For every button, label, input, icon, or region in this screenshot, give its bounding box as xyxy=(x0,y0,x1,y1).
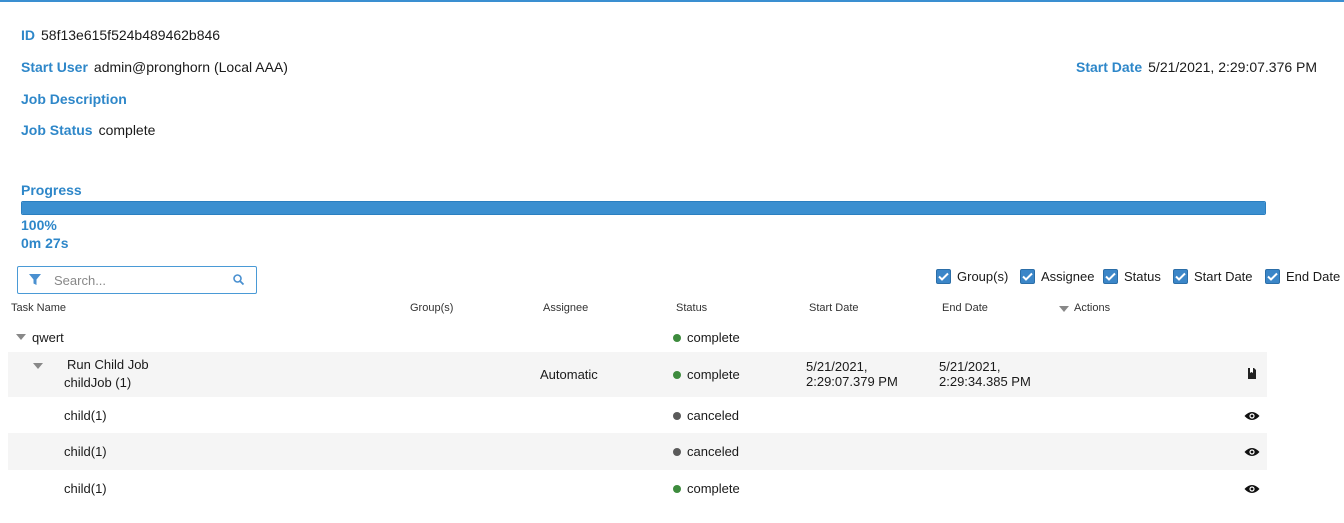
job-id-label: ID xyxy=(21,27,35,43)
header-task-name[interactable]: Task Name xyxy=(11,302,66,314)
task-name: Run Child Job xyxy=(67,357,149,372)
search-box[interactable] xyxy=(17,266,257,294)
status-dot-icon xyxy=(673,333,681,342)
job-status-value: complete xyxy=(98,122,156,138)
end-date-cell-line1: 5/21/2021, xyxy=(939,359,1001,374)
table-row[interactable]: child(1) canceled xyxy=(8,433,1267,470)
progress-percent: 100% xyxy=(21,217,57,233)
progress-bar-fill xyxy=(22,202,1265,214)
status-cell: canceled xyxy=(673,408,739,423)
start-date-value: 5/21/2021, 2:29:07.376 PM xyxy=(1148,59,1318,75)
toggle-start-date[interactable]: Start Date xyxy=(1173,269,1253,284)
header-actions: Actions xyxy=(1074,302,1111,314)
table-row[interactable]: child(1) canceled xyxy=(8,397,1267,433)
status-text: complete xyxy=(687,330,740,345)
header-assignee[interactable]: Assignee xyxy=(543,302,588,314)
progress-label: Progress xyxy=(21,182,82,198)
open-child-job-icon[interactable] xyxy=(1247,367,1257,385)
status-cell: complete xyxy=(673,330,740,345)
task-name: qwert xyxy=(32,330,64,345)
status-text: canceled xyxy=(687,444,740,459)
checkbox-end-date[interactable] xyxy=(1265,269,1280,284)
task-name: child(1) xyxy=(64,408,107,423)
table-row[interactable]: qwert complete xyxy=(8,322,1267,352)
status-text: complete xyxy=(687,367,740,382)
toggle-assignee[interactable]: Assignee xyxy=(1020,269,1094,284)
search-icon[interactable] xyxy=(232,273,246,287)
toggle-status-label: Status xyxy=(1124,269,1161,284)
view-eye-icon[interactable] xyxy=(1244,409,1260,421)
collapse-chevron-icon[interactable] xyxy=(33,363,43,369)
checkbox-start-date[interactable] xyxy=(1173,269,1188,284)
job-description-label: Job Description xyxy=(21,91,127,107)
search-input[interactable] xyxy=(54,272,224,288)
task-name: child(1) xyxy=(64,444,107,459)
start-date-cell-line1: 5/21/2021, xyxy=(806,359,868,374)
checkbox-groups[interactable] xyxy=(936,269,951,284)
status-text: canceled xyxy=(687,408,740,423)
view-eye-icon[interactable] xyxy=(1244,482,1260,494)
header-status[interactable]: Status xyxy=(676,302,707,314)
job-id-value: 58f13e615f524b489462b846 xyxy=(41,27,221,43)
status-text: complete xyxy=(687,481,740,496)
collapse-chevron-icon[interactable] xyxy=(16,334,26,340)
assignee-cell: Automatic xyxy=(540,367,598,382)
filter-icon[interactable] xyxy=(28,273,42,287)
toggle-assignee-label: Assignee xyxy=(1041,269,1095,284)
toggle-status[interactable]: Status xyxy=(1103,269,1161,284)
start-date-cell-line2: 2:29:07.379 PM xyxy=(806,374,898,389)
status-dot-icon xyxy=(673,447,681,456)
top-border xyxy=(0,0,1344,2)
start-date-row: Start Date 5/21/2021, 2:29:07.376 PM xyxy=(1076,59,1317,75)
start-user-row: Start User admin@pronghorn (Local AAA) xyxy=(21,59,288,75)
toggle-end-date[interactable]: End Date xyxy=(1265,269,1340,284)
toggle-groups-label: Group(s) xyxy=(957,269,1009,284)
toggle-start-date-label: Start Date xyxy=(1194,269,1253,284)
start-user-value: admin@pronghorn (Local AAA) xyxy=(93,59,288,75)
table-row[interactable]: Run Child Job childJob (1) Automatic com… xyxy=(8,352,1267,397)
toggle-end-date-label: End Date xyxy=(1286,269,1341,284)
task-job-name: childJob (1) xyxy=(64,375,132,390)
start-date-label: Start Date xyxy=(1076,59,1143,75)
toggle-groups[interactable]: Group(s) xyxy=(936,269,1008,284)
table-row[interactable]: child(1) complete xyxy=(8,470,1267,507)
end-date-cell-line2: 2:29:34.385 PM xyxy=(939,374,1031,389)
checkbox-status[interactable] xyxy=(1103,269,1118,284)
progress-bar xyxy=(21,201,1266,215)
checkbox-assignee[interactable] xyxy=(1020,269,1035,284)
header-groups[interactable]: Group(s) xyxy=(410,302,453,314)
view-eye-icon[interactable] xyxy=(1244,445,1260,457)
job-description-row: Job Description xyxy=(21,91,127,107)
status-dot-icon xyxy=(673,370,681,379)
progress-elapsed: 0m 27s xyxy=(21,235,69,251)
job-status-label: Job Status xyxy=(21,122,93,138)
status-cell: canceled xyxy=(673,444,739,459)
status-dot-icon xyxy=(673,484,681,493)
job-id-row: ID 58f13e615f524b489462b846 xyxy=(21,27,220,43)
task-name: child(1) xyxy=(64,481,107,496)
header-start-date[interactable]: Start Date xyxy=(809,302,859,314)
column-menu-chevron-icon[interactable] xyxy=(1059,306,1069,312)
status-dot-icon xyxy=(673,411,681,420)
start-user-label: Start User xyxy=(21,59,88,75)
job-status-row: Job Status complete xyxy=(21,122,155,138)
status-cell: complete xyxy=(673,367,740,382)
header-end-date[interactable]: End Date xyxy=(942,302,988,314)
status-cell: complete xyxy=(673,481,740,496)
